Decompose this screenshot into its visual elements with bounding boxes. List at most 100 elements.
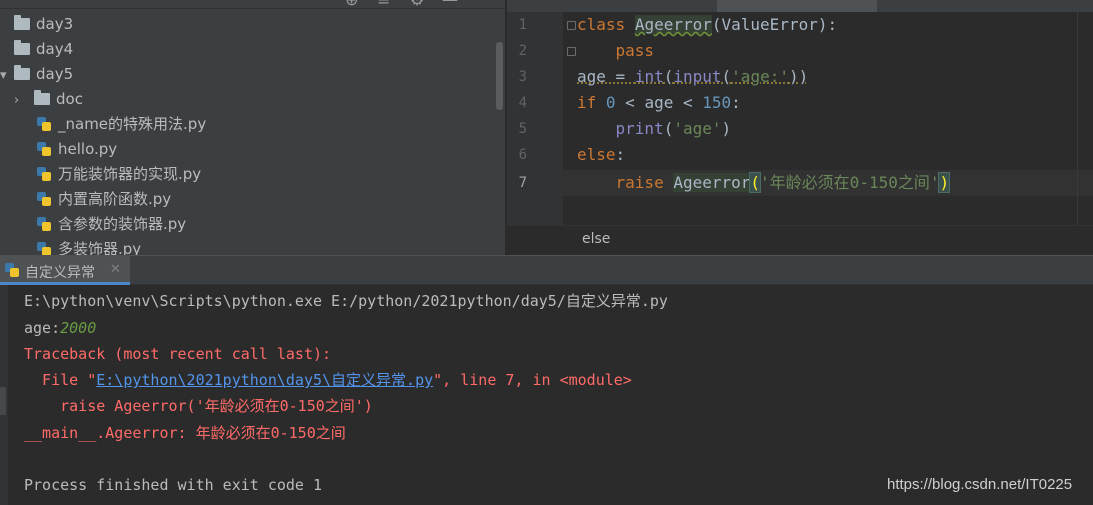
breadcrumb-item[interactable]: else — [582, 231, 610, 247]
code-line-1: class Ageerror(ValueError): — [577, 12, 837, 38]
chevron-right-icon[interactable]: › — [14, 88, 34, 113]
tree-item-day5[interactable]: ▾ day5 — [0, 62, 73, 87]
tree-item-label: 含参数的装饰器.py — [58, 215, 187, 233]
fold-marker-icon[interactable] — [567, 47, 576, 56]
token-punct: )) — [788, 67, 809, 86]
line-number: 6 — [518, 147, 527, 163]
token-keyword: class — [577, 15, 626, 34]
token-builtin: print — [615, 119, 664, 138]
tree-item-label: day5 — [36, 65, 74, 83]
tree-item-doc[interactable]: › doc — [14, 87, 83, 112]
tree-item-file[interactable]: 含参数的装饰器.py — [37, 212, 186, 237]
traceback-file-prefix: File " — [24, 371, 97, 389]
editor-tab[interactable] — [887, 0, 1047, 12]
token-operator: = — [605, 67, 635, 86]
token-punct: : — [731, 93, 741, 112]
process-exit-line: Process finished with exit code 1 — [24, 476, 323, 494]
traceback-file-line: File "E:\python\2021python\day5\自定义异常.py… — [24, 367, 632, 393]
token-string: '年龄必须在0-150之间' — [760, 173, 940, 192]
close-icon[interactable]: ✕ — [110, 262, 121, 277]
python-file-icon — [37, 242, 51, 255]
token-punct: ) — [721, 119, 732, 138]
token-number: 0 — [605, 93, 616, 112]
fold-marker-icon[interactable] — [567, 21, 576, 30]
run-tab[interactable]: 自定义异常 ✕ — [0, 256, 130, 285]
tree-item-file[interactable]: 万能装饰器的实现.py — [37, 162, 201, 187]
folder-icon — [14, 40, 30, 55]
folder-icon — [14, 15, 30, 30]
tree-item-label: day3 — [36, 15, 74, 33]
token-keyword: else — [577, 145, 616, 164]
editor-tab[interactable] — [1052, 0, 1093, 12]
code-line-4: if 0 < age < 150: — [577, 90, 741, 116]
tree-item-file[interactable]: _name的特殊用法.py — [37, 112, 206, 137]
error-message-line: __main__.Ageerror: 年龄必须在0-150之间 — [24, 424, 346, 442]
tree-item-label: 内置高阶函数.py — [58, 190, 172, 208]
token-keyword: raise — [615, 173, 664, 192]
python-file-icon — [37, 192, 51, 206]
tree-item-file[interactable]: hello.py — [37, 137, 117, 162]
token-number: 150 — [702, 93, 732, 112]
token-bracket-match: ( — [749, 172, 762, 193]
editor-tab[interactable] — [519, 0, 699, 12]
tree-item-label: day4 — [36, 40, 74, 58]
run-tab-bar: 自定义异常 ✕ — [0, 255, 1093, 285]
console-input-line: age:2000 — [24, 315, 96, 341]
python-file-icon — [37, 117, 51, 131]
console-scroll-marker — [0, 387, 6, 415]
editor-tab-bar — [507, 0, 1093, 12]
token-punct: ( — [663, 119, 674, 138]
editor-tab-active[interactable] — [717, 0, 877, 12]
token-expression: age = int(input('age:')) — [577, 67, 808, 86]
token-punct: ( — [711, 15, 722, 34]
locate-icon[interactable]: ⊕ — [345, 0, 358, 9]
breadcrumb: else — [507, 225, 1093, 256]
python-file-icon — [37, 217, 51, 231]
tree-item-label: 万能装饰器的实现.py — [58, 165, 202, 183]
python-file-icon — [37, 167, 51, 181]
console-prompt: age: — [24, 319, 61, 337]
tree-item-file[interactable]: 内置高阶函数.py — [37, 187, 171, 212]
python-file-icon — [37, 142, 51, 156]
tree-item-file[interactable]: 多装饰器.py — [37, 237, 141, 255]
token-keyword: if — [577, 93, 597, 112]
folder-icon — [14, 65, 30, 80]
traceback-file-suffix: ", line 7, in <module> — [433, 371, 632, 389]
right-margin-guide — [1077, 12, 1078, 225]
line-number-current: 7 — [518, 175, 527, 191]
code-line-5: print('age') — [577, 116, 732, 142]
chevron-down-icon[interactable]: ▾ — [0, 63, 14, 88]
console-command-line: E:\python\venv\Scripts\python.exe E:/pyt… — [24, 292, 668, 310]
traceback-file-link[interactable]: E:\python\2021python\day5\自定义异常.py — [96, 371, 433, 389]
code-line-2: pass — [577, 38, 655, 64]
token-class-name: Ageerror — [634, 15, 712, 34]
code-line-7: raise Ageerror('年龄必须在0-150之间') — [577, 170, 951, 196]
line-number: 5 — [518, 121, 527, 137]
token-punct: : — [615, 145, 626, 164]
token-string: 'age:' — [731, 67, 789, 86]
tree-item-day3[interactable]: day3 — [14, 12, 73, 37]
tree-item-day4[interactable]: day4 — [14, 37, 73, 62]
code-line-3: age = int(input('age:')) — [577, 64, 808, 90]
run-console[interactable]: E:\python\venv\Scripts\python.exe E:/pyt… — [0, 285, 1093, 505]
tree-item-label: doc — [56, 90, 83, 108]
token-keyword: pass — [615, 41, 655, 60]
tree-scrollbar[interactable] — [496, 42, 503, 110]
token-builtin: input — [673, 67, 722, 86]
token-builtin: int — [634, 67, 664, 86]
tree-item-label: hello.py — [58, 140, 118, 158]
collapse-all-icon[interactable]: ≡ — [377, 0, 390, 9]
hide-panel-icon[interactable]: — — [442, 0, 458, 9]
token-punct: ( — [721, 67, 732, 86]
token-bracket-match: ) — [938, 172, 951, 193]
settings-gear-icon[interactable]: ⚙ — [410, 0, 424, 9]
watermark-text: https://blog.csdn.net/IT0225 — [887, 476, 1073, 493]
token-variable: age — [577, 67, 606, 86]
tree-item-label: _name的特殊用法.py — [58, 115, 207, 133]
folder-icon — [34, 90, 50, 105]
line-number: 2 — [518, 43, 527, 59]
token-base-class: ValueError — [721, 15, 818, 34]
python-run-icon — [5, 263, 19, 277]
console-user-input: 2000 — [60, 319, 97, 337]
code-editor[interactable]: 1 2 3 4 5 6 7 class Ageerror(ValueError)… — [507, 12, 1093, 225]
